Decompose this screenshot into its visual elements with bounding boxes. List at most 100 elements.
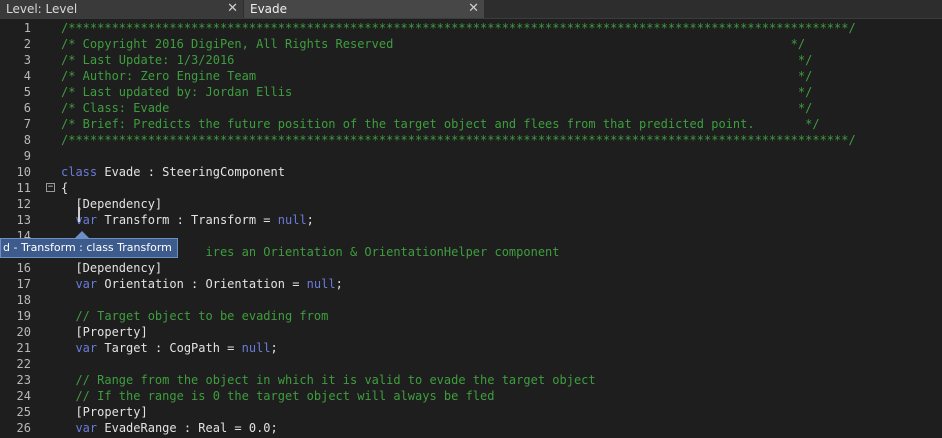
code-token: /* Copyright 2016 DigiPen, All Rights Re… (61, 37, 806, 51)
line-number: 22 (16, 357, 31, 371)
code-token: [Property] (75, 325, 148, 339)
code-line[interactable]: 13 var Transform : Transform = null; (0, 212, 942, 228)
code-line[interactable]: 8 /**************************************… (0, 132, 942, 148)
code-line[interactable]: 10 class Evade : SteeringComponent (0, 164, 942, 180)
code-token: null (277, 213, 307, 227)
hover-tooltip: d - Transform : class Transform (0, 238, 178, 258)
code-text: /* Class: Evade */ (61, 100, 812, 116)
line-number: 21 (16, 341, 31, 355)
code-token: [Property] (75, 405, 148, 419)
code-text: /* Last Update: 1/3/2016 */ (61, 52, 812, 68)
code-line[interactable]: 12 [Dependency] (0, 196, 942, 212)
code-token: Evade : SteeringComponent (97, 165, 285, 179)
code-text: [Property] (61, 404, 148, 420)
code-line[interactable]: 5 /* Last updated by: Jordan Ellis */ (0, 84, 942, 100)
code-token: [Dependency] (75, 261, 163, 275)
line-number: 2 (23, 37, 31, 51)
code-line[interactable]: 6 /* Class: Evade */ (0, 100, 942, 116)
fold-toggle-icon[interactable]: − (46, 183, 55, 192)
line-number: 16 (16, 261, 31, 275)
close-icon[interactable]: ✕ (468, 0, 479, 18)
line-number: 8 (23, 133, 31, 147)
code-text: /***************************************… (61, 132, 856, 148)
code-token: /* Author: Zero Engine Team */ (61, 69, 813, 83)
code-line[interactable]: 19 // Target object to be evading from (0, 308, 942, 324)
code-line[interactable]: 23 // Range from the object in which it … (0, 372, 942, 388)
code-token: // Target object to be evading from (75, 309, 329, 323)
code-token: ; (270, 341, 278, 355)
code-text (61, 292, 75, 308)
code-token: // Range from the object in which it is … (75, 373, 596, 387)
text-caret (78, 207, 80, 222)
code-line[interactable]: 16 [Dependency] (0, 260, 942, 276)
code-line[interactable]: 17 var Orientation : Orientation = null; (0, 276, 942, 292)
code-token: /***************************************… (61, 21, 856, 35)
code-line[interactable]: 26 var EvadeRange : Real = 0.0; (0, 420, 942, 436)
code-line[interactable]: 9 (0, 148, 942, 164)
code-token: /* Brief: Predicts the future position o… (61, 117, 820, 131)
code-line[interactable]: 11 −{ (0, 180, 942, 196)
code-line[interactable]: 7 /* Brief: Predicts the future position … (0, 116, 942, 132)
code-text: [Dependency] (61, 260, 162, 276)
tab-level[interactable]: Level: Level ✕ (0, 0, 243, 18)
code-text: /* Author: Zero Engine Team */ (61, 68, 812, 84)
code-line[interactable]: 20 [Property] (0, 324, 942, 340)
close-icon[interactable]: ✕ (227, 0, 238, 18)
code-token: ; (335, 277, 343, 291)
code-text: /* Last updated by: Jordan Ellis */ (61, 84, 812, 100)
code-token: Orientation : Orientation = (97, 277, 307, 291)
code-line[interactable]: 25 [Property] (0, 404, 942, 420)
line-number: 7 (23, 117, 31, 131)
code-token: null (241, 341, 271, 355)
line-number: 6 (23, 101, 31, 115)
code-text: /* Copyright 2016 DigiPen, All Rights Re… (61, 36, 805, 52)
code-text: /* Brief: Predicts the future position o… (61, 116, 820, 132)
tab-evade-label: Evade (250, 2, 288, 16)
code-token: /***************************************… (61, 133, 856, 147)
code-line[interactable]: 21 var Target : CogPath = null; (0, 340, 942, 356)
line-number: 13 (16, 213, 31, 227)
code-text: /***************************************… (61, 20, 856, 36)
line-number: 18 (16, 293, 31, 307)
code-text: var Transform : Transform = null; (61, 212, 314, 228)
line-number: 12 (16, 197, 31, 211)
line-number: 24 (16, 389, 31, 403)
tab-evade[interactable]: Evade ✕ (244, 0, 484, 18)
code-token: Target : CogPath = (97, 341, 242, 355)
code-text: class Evade : SteeringComponent (61, 164, 285, 180)
code-token: EvadeRange : Real = 0.0; (97, 421, 278, 435)
code-token: class (61, 165, 98, 179)
code-line[interactable]: 2 /* Copyright 2016 DigiPen, All Rights R… (0, 36, 942, 52)
code-text: // If the range is 0 the target object w… (61, 388, 494, 404)
code-text: // Range from the object in which it is … (61, 372, 596, 388)
code-line[interactable]: 1 /**************************************… (0, 20, 942, 36)
code-text: var EvadeRange : Real = 0.0; (61, 420, 278, 436)
code-token: null (306, 277, 336, 291)
code-line[interactable]: 18 (0, 292, 942, 308)
tab-bar: Level: Level ✕ Evade ✕ (0, 0, 942, 19)
line-number: 20 (16, 325, 31, 339)
code-token: var (75, 341, 98, 355)
code-token: /* Class: Evade */ (61, 101, 813, 115)
code-text: var Orientation : Orientation = null; (61, 276, 343, 292)
code-token: /* Last updated by: Jordan Ellis */ (61, 85, 813, 99)
code-text: // Target object to be evading from (61, 308, 328, 324)
code-text: [Dependency] (61, 196, 162, 212)
code-line[interactable]: 4 /* Author: Zero Engine Team */ (0, 68, 942, 84)
code-token: var (75, 277, 98, 291)
code-token: var (75, 421, 98, 435)
line-number: 4 (23, 69, 31, 83)
code-editor[interactable]: 1 /**************************************… (0, 20, 942, 438)
code-token: ; (306, 213, 314, 227)
code-token: /* Last Update: 1/3/2016 */ (61, 53, 813, 67)
code-line[interactable]: 24 // If the range is 0 the target objec… (0, 388, 942, 404)
code-line[interactable]: 3 /* Last Update: 1/3/2016 */ (0, 52, 942, 68)
code-line[interactable]: 22 (0, 356, 942, 372)
